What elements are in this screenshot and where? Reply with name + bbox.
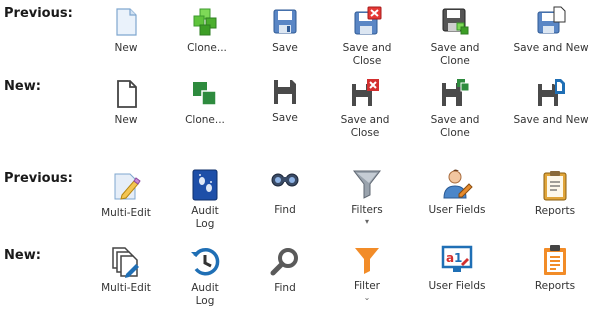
filter-label: Filter: [353, 280, 380, 292]
new-button[interactable]: New: [82, 6, 170, 55]
save-and-new-icon: [535, 78, 567, 110]
find-button[interactable]: Find: [241, 168, 329, 217]
user-fields-button[interactable]: User Fields: [413, 168, 501, 217]
save-and-clone-button[interactable]: Save and Clone: [411, 6, 499, 68]
clone-label: Clone...: [185, 114, 225, 126]
save-button[interactable]: Save: [241, 76, 329, 125]
clone-label: Clone...: [187, 42, 227, 54]
section-label-previous: Previous:: [4, 171, 73, 186]
reports-clipboard-icon: [539, 244, 571, 276]
save-and-close-label: Save and Close: [340, 114, 390, 139]
save-and-close-icon: [349, 78, 381, 110]
clone-icon: [189, 78, 221, 110]
save-label: Save: [272, 42, 298, 54]
svg-text:1: 1: [454, 251, 462, 265]
save-and-close-button[interactable]: Save and Close: [323, 6, 411, 68]
save-and-close-button[interactable]: Save and Close: [321, 78, 409, 140]
audit-log-button[interactable]: Audit Log: [161, 246, 249, 308]
save-and-clone-icon: [439, 78, 471, 110]
find-label: Find: [274, 282, 296, 294]
new-doc-icon: [110, 78, 142, 110]
filters-dropdown[interactable]: Filters ▾: [323, 168, 411, 226]
multi-edit-icon: [110, 246, 142, 278]
audit-log-label: Audit Log: [191, 282, 219, 307]
section-label-new: New:: [4, 79, 41, 94]
save-and-clone-label: Save and Clone: [430, 114, 480, 139]
multi-edit-button[interactable]: Multi-Edit: [82, 171, 170, 220]
save-label: Save: [272, 112, 298, 124]
user-fields-icon: a1: [441, 244, 473, 276]
audit-log-label: Audit Log: [191, 205, 219, 230]
section-label-new: New:: [4, 248, 41, 263]
multi-edit-icon: [110, 171, 142, 203]
clone-icon: [191, 6, 223, 38]
user-fields-label: User Fields: [428, 204, 486, 216]
clone-button[interactable]: Clone...: [161, 78, 249, 127]
chevron-down-icon: ⌄: [363, 293, 371, 302]
audit-log-icon: [189, 246, 221, 278]
save-and-clone-label: Save and Clone: [430, 42, 480, 67]
find-button[interactable]: Find: [241, 246, 329, 295]
audit-log-button[interactable]: Audit Log: [161, 169, 249, 231]
save-and-new-label: Save and New: [513, 114, 589, 126]
reports-clipboard-icon: [539, 169, 571, 201]
filter-funnel-icon: [351, 244, 383, 276]
new-doc-icon: [110, 6, 142, 38]
save-icon: [269, 76, 301, 108]
multi-edit-label: Multi-Edit: [101, 207, 151, 219]
filters-label: Filters: [351, 204, 383, 216]
user-fields-label: User Fields: [428, 280, 486, 292]
save-button[interactable]: Save: [241, 6, 329, 55]
multi-edit-label: Multi-Edit: [101, 282, 151, 294]
new-label: New: [114, 114, 138, 126]
save-and-close-label: Save and Close: [342, 42, 392, 67]
save-and-clone-icon: [439, 6, 471, 38]
find-label: Find: [274, 204, 296, 216]
chevron-down-icon: ▾: [364, 217, 369, 226]
reports-label: Reports: [534, 280, 576, 292]
save-icon: [269, 6, 301, 38]
reports-button[interactable]: Reports: [511, 244, 599, 293]
save-and-new-label: Save and New: [513, 42, 589, 54]
reports-label: Reports: [534, 205, 576, 217]
save-and-close-icon: [351, 6, 383, 38]
clone-button[interactable]: Clone...: [163, 6, 251, 55]
save-and-new-button[interactable]: Save and New: [507, 6, 595, 55]
save-and-clone-button[interactable]: Save and Clone: [411, 78, 499, 140]
save-and-new-button[interactable]: Save and New: [507, 78, 595, 127]
find-binoculars-icon: [269, 168, 301, 200]
save-and-new-icon: [535, 6, 567, 38]
user-fields-button[interactable]: a1 User Fields: [413, 244, 501, 293]
audit-log-icon: [189, 169, 221, 201]
section-label-previous: Previous:: [4, 6, 73, 21]
multi-edit-button[interactable]: Multi-Edit: [82, 246, 170, 295]
user-fields-icon: [441, 168, 473, 200]
filter-dropdown[interactable]: Filter ⌄: [323, 244, 411, 302]
reports-button[interactable]: Reports: [511, 169, 599, 218]
find-magnifier-icon: [269, 246, 301, 278]
svg-text:a: a: [446, 251, 454, 265]
new-button[interactable]: New: [82, 78, 170, 127]
filter-funnel-icon: [351, 168, 383, 200]
new-label: New: [114, 42, 138, 54]
